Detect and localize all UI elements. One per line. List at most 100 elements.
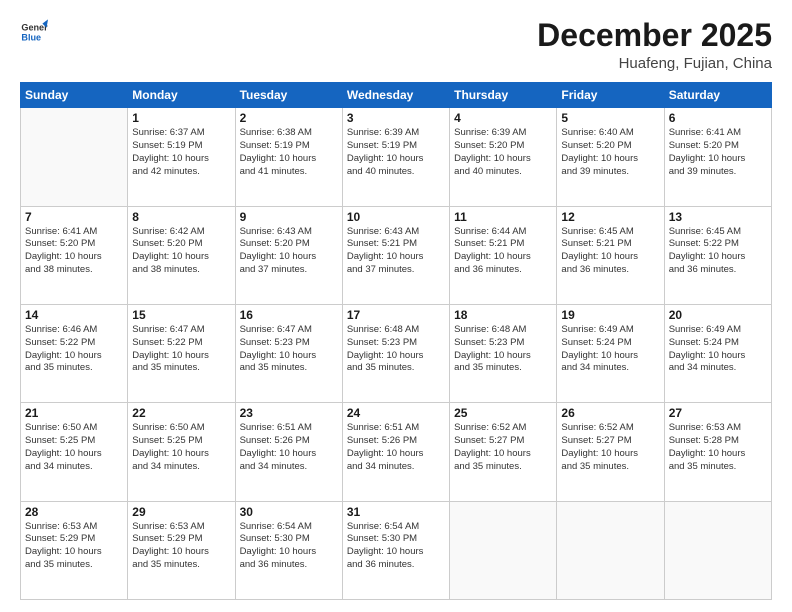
table-row [664, 501, 771, 599]
day-info: Sunrise: 6:50 AMSunset: 5:25 PMDaylight:… [132, 422, 230, 473]
day-info: Sunrise: 6:45 AMSunset: 5:22 PMDaylight:… [669, 226, 767, 277]
day-info: Sunrise: 6:46 AMSunset: 5:22 PMDaylight:… [25, 324, 123, 375]
table-row: 17 Sunrise: 6:48 AMSunset: 5:23 PMDayligh… [342, 304, 449, 402]
month-title: December 2025 [537, 18, 772, 53]
day-number: 18 [454, 308, 552, 322]
day-number: 30 [240, 505, 338, 519]
day-number: 29 [132, 505, 230, 519]
table-row [450, 501, 557, 599]
table-row: 23Sunrise: 6:51 AMSunset: 5:26 PMDayligh… [235, 403, 342, 501]
table-row: 28 Sunrise: 6:53 AMSunset: 5:29 PMDayligh… [21, 501, 128, 599]
day-info: Sunrise: 6:39 AMSunset: 5:19 PMDaylight:… [347, 127, 445, 178]
table-row: 11Sunrise: 6:44 AMSunset: 5:21 PMDayligh… [450, 206, 557, 304]
day-info: Sunrise: 6:41 AMSunset: 5:20 PMDaylight:… [669, 127, 767, 178]
table-row: 24Sunrise: 6:51 AMSunset: 5:26 PMDayligh… [342, 403, 449, 501]
svg-text:Blue: Blue [21, 32, 41, 42]
day-number: 19 [561, 308, 659, 322]
header-sunday: Sunday [21, 83, 128, 108]
table-row: 27 Sunrise: 6:53 AMSunset: 5:28 PMDayligh… [664, 403, 771, 501]
day-number: 12 [561, 210, 659, 224]
day-number: 8 [132, 210, 230, 224]
day-number: 27 [669, 406, 767, 420]
table-row [557, 501, 664, 599]
day-info: Sunrise: 6:52 AMSunset: 5:27 PMDaylight:… [561, 422, 659, 473]
table-row: 14 Sunrise: 6:46 AMSunset: 5:22 PMDayligh… [21, 304, 128, 402]
day-info: Sunrise: 6:38 AMSunset: 5:19 PMDaylight:… [240, 127, 338, 178]
title-block: December 2025 Huafeng, Fujian, China [537, 18, 772, 72]
logo-icon: General Blue [20, 18, 48, 46]
day-number: 25 [454, 406, 552, 420]
header-saturday: Saturday [664, 83, 771, 108]
day-info: Sunrise: 6:54 AMSunset: 5:30 PMDaylight:… [347, 521, 445, 572]
table-row: 20 Sunrise: 6:49 AMSunset: 5:24 PMDayligh… [664, 304, 771, 402]
header-tuesday: Tuesday [235, 83, 342, 108]
table-row: 31 Sunrise: 6:54 AMSunset: 5:30 PMDayligh… [342, 501, 449, 599]
day-info: Sunrise: 6:48 AMSunset: 5:23 PMDaylight:… [454, 324, 552, 375]
day-info: Sunrise: 6:48 AMSunset: 5:23 PMDaylight:… [347, 324, 445, 375]
day-info: Sunrise: 6:50 AMSunset: 5:25 PMDaylight:… [25, 422, 123, 473]
day-info: Sunrise: 6:42 AMSunset: 5:20 PMDaylight:… [132, 226, 230, 277]
day-number: 10 [347, 210, 445, 224]
day-number: 1 [132, 111, 230, 125]
table-row: 6Sunrise: 6:41 AMSunset: 5:20 PMDaylight… [664, 108, 771, 206]
day-number: 7 [25, 210, 123, 224]
day-number: 16 [240, 308, 338, 322]
weekday-header-row: Sunday Monday Tuesday Wednesday Thursday… [21, 83, 772, 108]
day-info: Sunrise: 6:51 AMSunset: 5:26 PMDaylight:… [240, 422, 338, 473]
day-number: 31 [347, 505, 445, 519]
page: General Blue December 2025 Huafeng, Fuji… [0, 0, 792, 612]
table-row: 3 Sunrise: 6:39 AMSunset: 5:19 PMDaylight… [342, 108, 449, 206]
day-number: 3 [347, 111, 445, 125]
table-row: 21Sunrise: 6:50 AMSunset: 5:25 PMDayligh… [21, 403, 128, 501]
day-info: Sunrise: 6:53 AMSunset: 5:28 PMDaylight:… [669, 422, 767, 473]
week-row-1: 7Sunrise: 6:41 AMSunset: 5:20 PMDaylight… [21, 206, 772, 304]
table-row: 7Sunrise: 6:41 AMSunset: 5:20 PMDaylight… [21, 206, 128, 304]
day-info: Sunrise: 6:40 AMSunset: 5:20 PMDaylight:… [561, 127, 659, 178]
table-row: 19 Sunrise: 6:49 AMSunset: 5:24 PMDayligh… [557, 304, 664, 402]
day-number: 14 [25, 308, 123, 322]
table-row: 13 Sunrise: 6:45 AMSunset: 5:22 PMDayligh… [664, 206, 771, 304]
table-row: 25 Sunrise: 6:52 AMSunset: 5:27 PMDayligh… [450, 403, 557, 501]
day-info: Sunrise: 6:52 AMSunset: 5:27 PMDaylight:… [454, 422, 552, 473]
table-row: 4Sunrise: 6:39 AMSunset: 5:20 PMDaylight… [450, 108, 557, 206]
day-info: Sunrise: 6:47 AMSunset: 5:22 PMDaylight:… [132, 324, 230, 375]
day-info: Sunrise: 6:49 AMSunset: 5:24 PMDaylight:… [669, 324, 767, 375]
table-row: 26 Sunrise: 6:52 AMSunset: 5:27 PMDayligh… [557, 403, 664, 501]
day-number: 24 [347, 406, 445, 420]
header-friday: Friday [557, 83, 664, 108]
header-monday: Monday [128, 83, 235, 108]
day-number: 17 [347, 308, 445, 322]
day-info: Sunrise: 6:37 AMSunset: 5:19 PMDaylight:… [132, 127, 230, 178]
table-row: 2Sunrise: 6:38 AMSunset: 5:19 PMDaylight… [235, 108, 342, 206]
day-number: 22 [132, 406, 230, 420]
day-info: Sunrise: 6:49 AMSunset: 5:24 PMDaylight:… [561, 324, 659, 375]
day-number: 4 [454, 111, 552, 125]
table-row: 5 Sunrise: 6:40 AMSunset: 5:20 PMDaylight… [557, 108, 664, 206]
day-info: Sunrise: 6:43 AMSunset: 5:21 PMDaylight:… [347, 226, 445, 277]
logo: General Blue [20, 18, 48, 46]
week-row-4: 28 Sunrise: 6:53 AMSunset: 5:29 PMDayligh… [21, 501, 772, 599]
calendar-table: Sunday Monday Tuesday Wednesday Thursday… [20, 82, 772, 600]
table-row: 29 Sunrise: 6:53 AMSunset: 5:29 PMDayligh… [128, 501, 235, 599]
header-thursday: Thursday [450, 83, 557, 108]
table-row: 9Sunrise: 6:43 AMSunset: 5:20 PMDaylight… [235, 206, 342, 304]
table-row: 8 Sunrise: 6:42 AMSunset: 5:20 PMDaylight… [128, 206, 235, 304]
day-info: Sunrise: 6:47 AMSunset: 5:23 PMDaylight:… [240, 324, 338, 375]
week-row-2: 14 Sunrise: 6:46 AMSunset: 5:22 PMDayligh… [21, 304, 772, 402]
table-row: 18 Sunrise: 6:48 AMSunset: 5:23 PMDayligh… [450, 304, 557, 402]
day-number: 20 [669, 308, 767, 322]
day-number: 28 [25, 505, 123, 519]
table-row: 10 Sunrise: 6:43 AMSunset: 5:21 PMDayligh… [342, 206, 449, 304]
table-row: 22 Sunrise: 6:50 AMSunset: 5:25 PMDayligh… [128, 403, 235, 501]
day-number: 15 [132, 308, 230, 322]
day-info: Sunrise: 6:43 AMSunset: 5:20 PMDaylight:… [240, 226, 338, 277]
day-number: 5 [561, 111, 659, 125]
day-number: 26 [561, 406, 659, 420]
day-info: Sunrise: 6:54 AMSunset: 5:30 PMDaylight:… [240, 521, 338, 572]
day-info: Sunrise: 6:53 AMSunset: 5:29 PMDaylight:… [132, 521, 230, 572]
day-number: 13 [669, 210, 767, 224]
table-row: 12Sunrise: 6:45 AMSunset: 5:21 PMDayligh… [557, 206, 664, 304]
location: Huafeng, Fujian, China [537, 55, 772, 72]
table-row: 15 Sunrise: 6:47 AMSunset: 5:22 PMDayligh… [128, 304, 235, 402]
day-info: Sunrise: 6:53 AMSunset: 5:29 PMDaylight:… [25, 521, 123, 572]
